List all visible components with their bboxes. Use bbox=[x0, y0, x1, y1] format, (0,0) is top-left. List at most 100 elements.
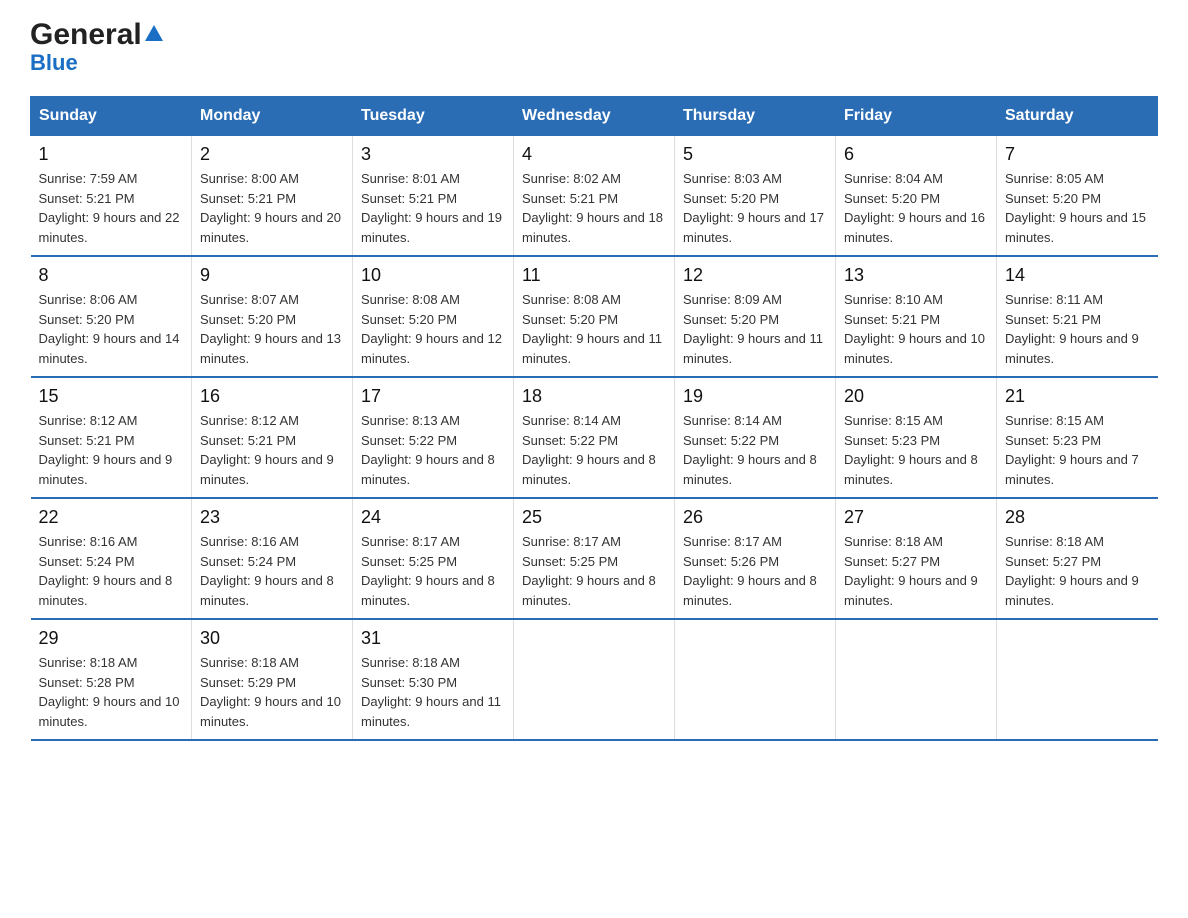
day-info: Sunrise: 8:18 AM Sunset: 5:28 PM Dayligh… bbox=[39, 653, 184, 731]
daylight-label: Daylight: 9 hours and 20 minutes. bbox=[200, 210, 341, 245]
day-number: 22 bbox=[39, 507, 184, 528]
sunrise-label: Sunrise: 8:17 AM bbox=[683, 534, 782, 549]
week-row-1: 1 Sunrise: 7:59 AM Sunset: 5:21 PM Dayli… bbox=[31, 136, 1158, 257]
day-number: 13 bbox=[844, 265, 988, 286]
daylight-label: Daylight: 9 hours and 13 minutes. bbox=[200, 331, 341, 366]
day-number: 7 bbox=[1005, 144, 1150, 165]
day-number: 19 bbox=[683, 386, 827, 407]
sunrise-label: Sunrise: 8:18 AM bbox=[844, 534, 943, 549]
sunrise-label: Sunrise: 8:14 AM bbox=[683, 413, 782, 428]
sunset-label: Sunset: 5:20 PM bbox=[361, 312, 457, 327]
sunset-label: Sunset: 5:24 PM bbox=[200, 554, 296, 569]
sunset-label: Sunset: 5:27 PM bbox=[1005, 554, 1101, 569]
day-cell: 28 Sunrise: 8:18 AM Sunset: 5:27 PM Dayl… bbox=[997, 498, 1158, 619]
sunset-label: Sunset: 5:22 PM bbox=[361, 433, 457, 448]
daylight-label: Daylight: 9 hours and 9 minutes. bbox=[844, 573, 978, 608]
sunset-label: Sunset: 5:24 PM bbox=[39, 554, 135, 569]
sunrise-label: Sunrise: 8:08 AM bbox=[361, 292, 460, 307]
daylight-label: Daylight: 9 hours and 12 minutes. bbox=[361, 331, 502, 366]
sunset-label: Sunset: 5:22 PM bbox=[522, 433, 618, 448]
day-info: Sunrise: 8:14 AM Sunset: 5:22 PM Dayligh… bbox=[522, 411, 666, 489]
day-cell: 18 Sunrise: 8:14 AM Sunset: 5:22 PM Dayl… bbox=[514, 377, 675, 498]
sunset-label: Sunset: 5:20 PM bbox=[844, 191, 940, 206]
daylight-label: Daylight: 9 hours and 8 minutes. bbox=[683, 452, 817, 487]
day-info: Sunrise: 7:59 AM Sunset: 5:21 PM Dayligh… bbox=[39, 169, 184, 247]
column-header-sunday: Sunday bbox=[31, 97, 192, 136]
sunrise-label: Sunrise: 8:12 AM bbox=[200, 413, 299, 428]
day-number: 15 bbox=[39, 386, 184, 407]
sunrise-label: Sunrise: 8:03 AM bbox=[683, 171, 782, 186]
week-row-2: 8 Sunrise: 8:06 AM Sunset: 5:20 PM Dayli… bbox=[31, 256, 1158, 377]
logo: General Blue bbox=[30, 20, 166, 76]
day-cell: 2 Sunrise: 8:00 AM Sunset: 5:21 PM Dayli… bbox=[192, 136, 353, 257]
day-cell: 6 Sunrise: 8:04 AM Sunset: 5:20 PM Dayli… bbox=[836, 136, 997, 257]
sunrise-label: Sunrise: 8:18 AM bbox=[1005, 534, 1104, 549]
sunrise-label: Sunrise: 8:11 AM bbox=[1005, 292, 1103, 307]
day-cell: 22 Sunrise: 8:16 AM Sunset: 5:24 PM Dayl… bbox=[31, 498, 192, 619]
column-header-tuesday: Tuesday bbox=[353, 97, 514, 136]
day-info: Sunrise: 8:12 AM Sunset: 5:21 PM Dayligh… bbox=[39, 411, 184, 489]
day-number: 11 bbox=[522, 265, 666, 286]
sunset-label: Sunset: 5:22 PM bbox=[683, 433, 779, 448]
daylight-label: Daylight: 9 hours and 7 minutes. bbox=[1005, 452, 1139, 487]
day-number: 9 bbox=[200, 265, 344, 286]
day-cell: 19 Sunrise: 8:14 AM Sunset: 5:22 PM Dayl… bbox=[675, 377, 836, 498]
daylight-label: Daylight: 9 hours and 17 minutes. bbox=[683, 210, 824, 245]
day-number: 27 bbox=[844, 507, 988, 528]
day-cell bbox=[675, 619, 836, 740]
day-info: Sunrise: 8:10 AM Sunset: 5:21 PM Dayligh… bbox=[844, 290, 988, 368]
sunset-label: Sunset: 5:30 PM bbox=[361, 675, 457, 690]
daylight-label: Daylight: 9 hours and 11 minutes. bbox=[522, 331, 662, 366]
day-info: Sunrise: 8:00 AM Sunset: 5:21 PM Dayligh… bbox=[200, 169, 344, 247]
day-cell: 31 Sunrise: 8:18 AM Sunset: 5:30 PM Dayl… bbox=[353, 619, 514, 740]
sunset-label: Sunset: 5:29 PM bbox=[200, 675, 296, 690]
day-info: Sunrise: 8:08 AM Sunset: 5:20 PM Dayligh… bbox=[522, 290, 666, 368]
sunrise-label: Sunrise: 8:00 AM bbox=[200, 171, 299, 186]
day-info: Sunrise: 8:18 AM Sunset: 5:27 PM Dayligh… bbox=[844, 532, 988, 610]
column-header-thursday: Thursday bbox=[675, 97, 836, 136]
day-info: Sunrise: 8:16 AM Sunset: 5:24 PM Dayligh… bbox=[39, 532, 184, 610]
day-info: Sunrise: 8:06 AM Sunset: 5:20 PM Dayligh… bbox=[39, 290, 184, 368]
sunrise-label: Sunrise: 8:10 AM bbox=[844, 292, 943, 307]
sunrise-label: Sunrise: 8:02 AM bbox=[522, 171, 621, 186]
sunset-label: Sunset: 5:21 PM bbox=[200, 191, 296, 206]
daylight-label: Daylight: 9 hours and 16 minutes. bbox=[844, 210, 985, 245]
sunrise-label: Sunrise: 8:17 AM bbox=[522, 534, 621, 549]
day-number: 14 bbox=[1005, 265, 1150, 286]
daylight-label: Daylight: 9 hours and 9 minutes. bbox=[200, 452, 334, 487]
day-number: 26 bbox=[683, 507, 827, 528]
day-number: 24 bbox=[361, 507, 505, 528]
daylight-label: Daylight: 9 hours and 10 minutes. bbox=[39, 694, 180, 729]
day-info: Sunrise: 8:18 AM Sunset: 5:30 PM Dayligh… bbox=[361, 653, 505, 731]
header-row: SundayMondayTuesdayWednesdayThursdayFrid… bbox=[31, 97, 1158, 136]
day-cell bbox=[514, 619, 675, 740]
column-header-friday: Friday bbox=[836, 97, 997, 136]
page-header: General Blue bbox=[30, 20, 1158, 76]
logo-icon bbox=[142, 18, 166, 48]
daylight-label: Daylight: 9 hours and 9 minutes. bbox=[1005, 331, 1139, 366]
sunrise-label: Sunrise: 8:15 AM bbox=[844, 413, 943, 428]
day-cell: 26 Sunrise: 8:17 AM Sunset: 5:26 PM Dayl… bbox=[675, 498, 836, 619]
day-number: 30 bbox=[200, 628, 344, 649]
day-info: Sunrise: 8:18 AM Sunset: 5:29 PM Dayligh… bbox=[200, 653, 344, 731]
day-number: 25 bbox=[522, 507, 666, 528]
week-row-3: 15 Sunrise: 8:12 AM Sunset: 5:21 PM Dayl… bbox=[31, 377, 1158, 498]
sunrise-label: Sunrise: 8:12 AM bbox=[39, 413, 138, 428]
day-info: Sunrise: 8:02 AM Sunset: 5:21 PM Dayligh… bbox=[522, 169, 666, 247]
sunset-label: Sunset: 5:21 PM bbox=[200, 433, 296, 448]
day-number: 28 bbox=[1005, 507, 1150, 528]
day-number: 10 bbox=[361, 265, 505, 286]
day-info: Sunrise: 8:11 AM Sunset: 5:21 PM Dayligh… bbox=[1005, 290, 1150, 368]
day-cell: 23 Sunrise: 8:16 AM Sunset: 5:24 PM Dayl… bbox=[192, 498, 353, 619]
day-info: Sunrise: 8:03 AM Sunset: 5:20 PM Dayligh… bbox=[683, 169, 827, 247]
daylight-label: Daylight: 9 hours and 10 minutes. bbox=[200, 694, 341, 729]
day-number: 6 bbox=[844, 144, 988, 165]
sunset-label: Sunset: 5:20 PM bbox=[1005, 191, 1101, 206]
day-cell: 17 Sunrise: 8:13 AM Sunset: 5:22 PM Dayl… bbox=[353, 377, 514, 498]
day-cell: 5 Sunrise: 8:03 AM Sunset: 5:20 PM Dayli… bbox=[675, 136, 836, 257]
day-cell: 3 Sunrise: 8:01 AM Sunset: 5:21 PM Dayli… bbox=[353, 136, 514, 257]
daylight-label: Daylight: 9 hours and 8 minutes. bbox=[844, 452, 978, 487]
day-number: 5 bbox=[683, 144, 827, 165]
daylight-label: Daylight: 9 hours and 10 minutes. bbox=[844, 331, 985, 366]
logo-name: General bbox=[30, 20, 166, 50]
